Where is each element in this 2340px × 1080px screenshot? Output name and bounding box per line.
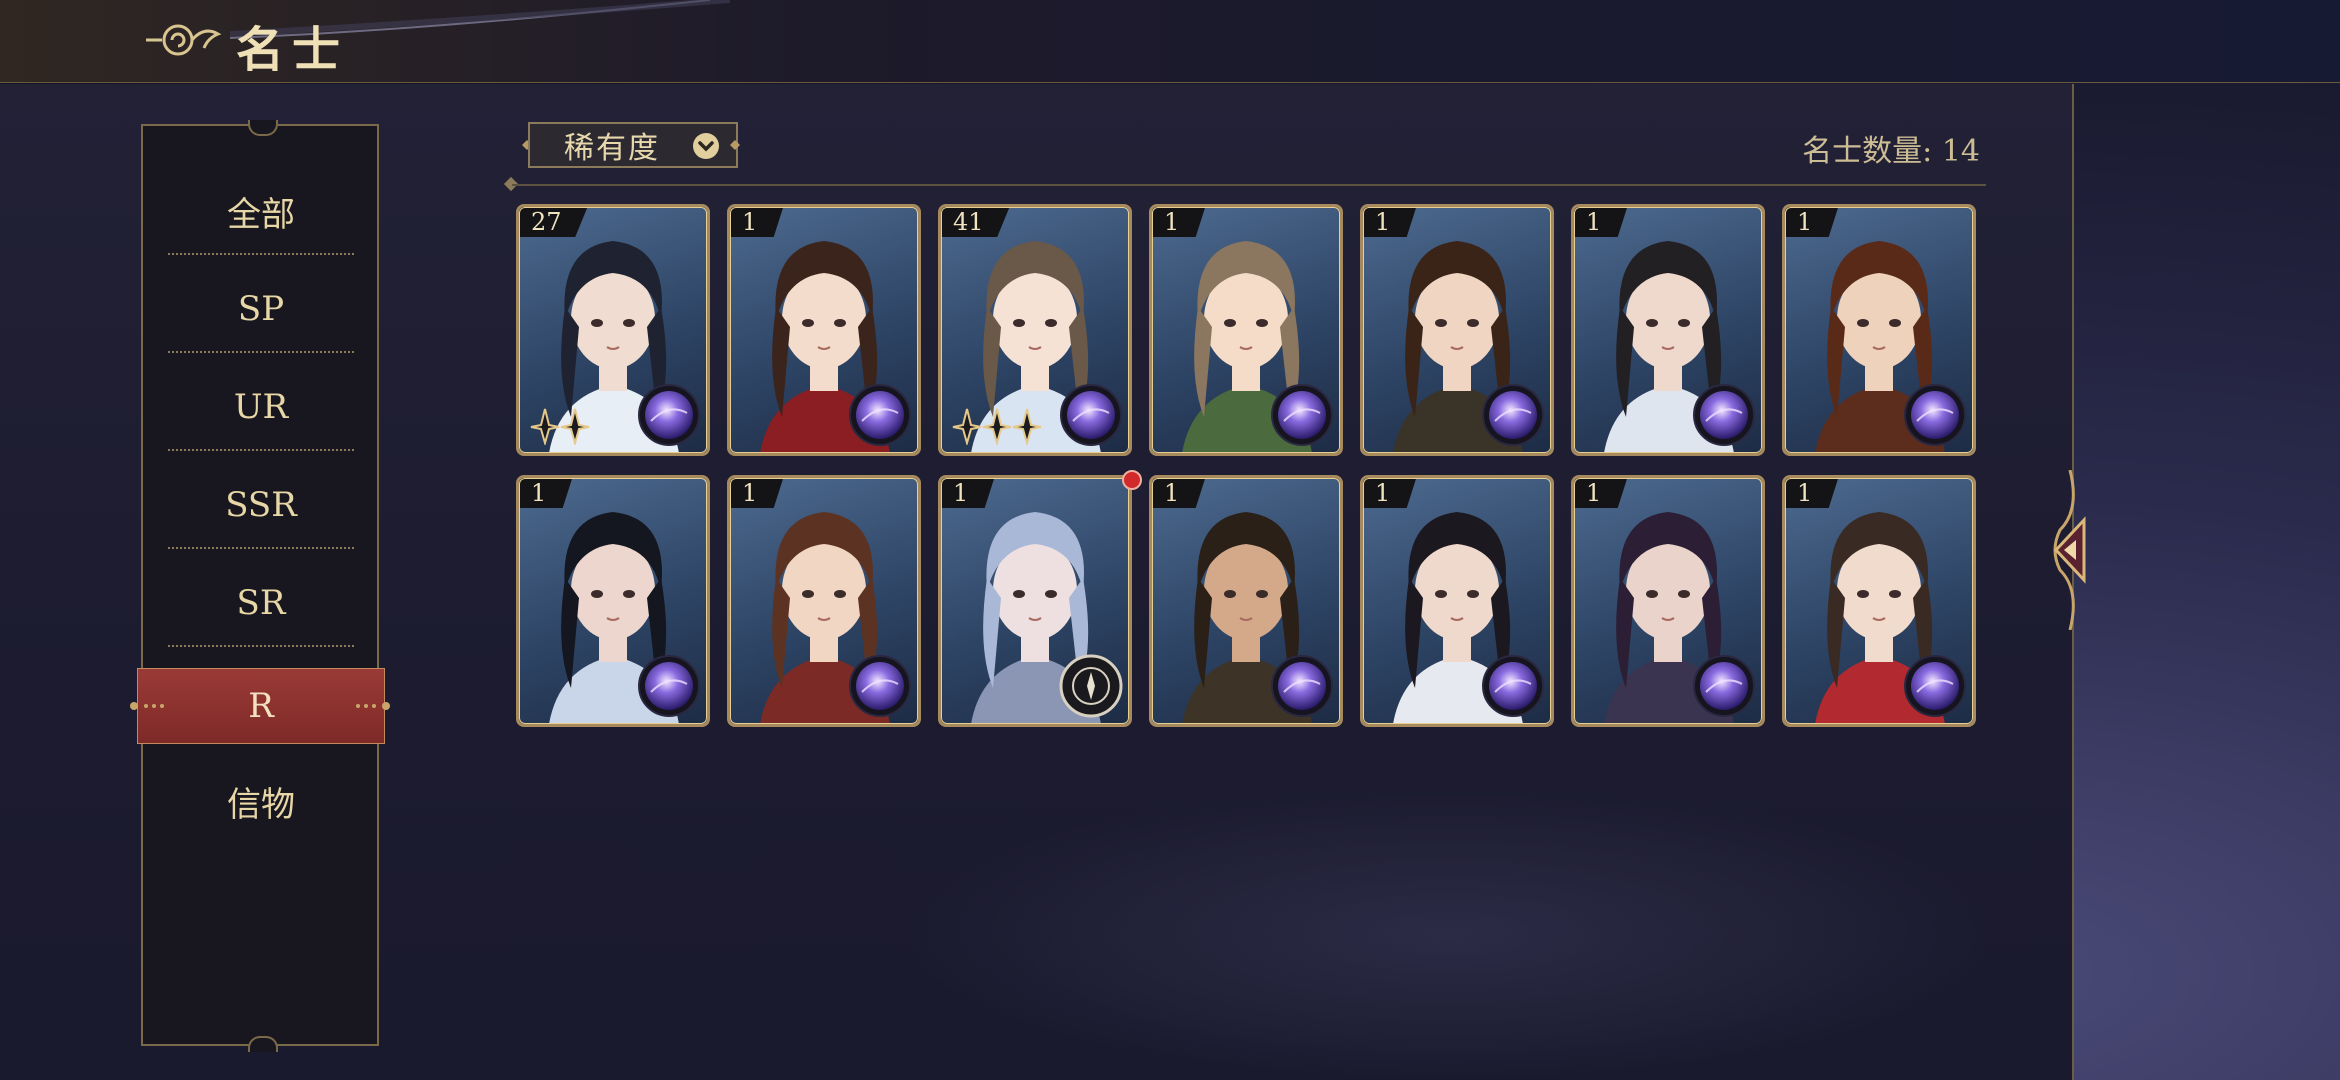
notification-dot bbox=[1122, 470, 1142, 490]
character-card[interactable]: 1 bbox=[1149, 204, 1343, 456]
ornament-dots-icon bbox=[356, 702, 390, 710]
purple-orb-icon bbox=[1693, 384, 1755, 446]
purple-orb-icon bbox=[1271, 384, 1333, 446]
purple-orb-icon bbox=[638, 655, 700, 717]
sparkle-stars-icon bbox=[530, 408, 590, 445]
top-bar: 名士 bbox=[0, 0, 2340, 83]
character-card[interactable]: 1 bbox=[516, 475, 710, 727]
purple-orb-icon bbox=[1271, 655, 1333, 717]
divider bbox=[168, 547, 354, 549]
purple-orb-icon bbox=[849, 384, 911, 446]
list-divider bbox=[512, 184, 1986, 186]
character-card[interactable]: 27 bbox=[516, 204, 710, 456]
diamond-ornament-icon bbox=[730, 140, 740, 150]
sidebar-item-sr[interactable]: SR bbox=[168, 554, 354, 652]
character-card[interactable]: 1 bbox=[1360, 475, 1554, 727]
character-card[interactable]: 1 bbox=[938, 475, 1132, 727]
character-card[interactable]: 1 bbox=[1782, 204, 1976, 456]
character-card[interactable]: 1 bbox=[1782, 475, 1976, 727]
character-card[interactable]: 1 bbox=[1149, 475, 1343, 727]
compass-orb-icon bbox=[1059, 654, 1123, 718]
character-card[interactable]: 1 bbox=[1571, 475, 1765, 727]
purple-orb-icon bbox=[1904, 384, 1966, 446]
sidebar-item-ssr[interactable]: SSR bbox=[168, 456, 354, 554]
sidebar-item-sp[interactable]: SP bbox=[168, 260, 354, 358]
character-card[interactable]: 41 bbox=[938, 204, 1132, 456]
divider bbox=[168, 449, 354, 451]
background-glow bbox=[900, 784, 2000, 1080]
filter-label: 稀有度 bbox=[564, 131, 660, 166]
cloud-swirl-back-icon[interactable] bbox=[142, 18, 224, 62]
character-card[interactable]: 1 bbox=[727, 475, 921, 727]
purple-orb-icon bbox=[1693, 655, 1755, 717]
rarity-filter-dropdown[interactable]: 稀有度 bbox=[528, 122, 738, 168]
sidebar-item-token[interactable]: 信物 bbox=[168, 752, 354, 850]
sidebar-item-all[interactable]: 全部 bbox=[168, 162, 354, 260]
page-title: 名士 bbox=[236, 22, 349, 78]
divider bbox=[168, 351, 354, 353]
purple-orb-icon bbox=[1482, 655, 1544, 717]
character-count: 名士数量: 14 bbox=[1802, 134, 1980, 169]
sparkle-stars-icon bbox=[952, 408, 1042, 445]
divider bbox=[168, 645, 354, 647]
sidebar-item-r[interactable]: R bbox=[137, 668, 385, 744]
chevron-down-circle-icon bbox=[693, 133, 719, 159]
ornament-dots-icon bbox=[130, 702, 164, 710]
purple-orb-icon bbox=[638, 384, 700, 446]
sidebar-item-ur[interactable]: UR bbox=[168, 358, 354, 456]
divider bbox=[168, 253, 354, 255]
collapse-arrow-button[interactable] bbox=[2040, 470, 2096, 630]
sidebar-notch bbox=[248, 1036, 278, 1052]
purple-orb-icon bbox=[1904, 655, 1966, 717]
character-card[interactable]: 1 bbox=[1360, 204, 1554, 456]
character-card[interactable]: 1 bbox=[1571, 204, 1765, 456]
character-card[interactable]: 1 bbox=[727, 204, 921, 456]
purple-orb-icon bbox=[849, 655, 911, 717]
purple-orb-icon bbox=[1060, 384, 1122, 446]
purple-orb-icon bbox=[1482, 384, 1544, 446]
